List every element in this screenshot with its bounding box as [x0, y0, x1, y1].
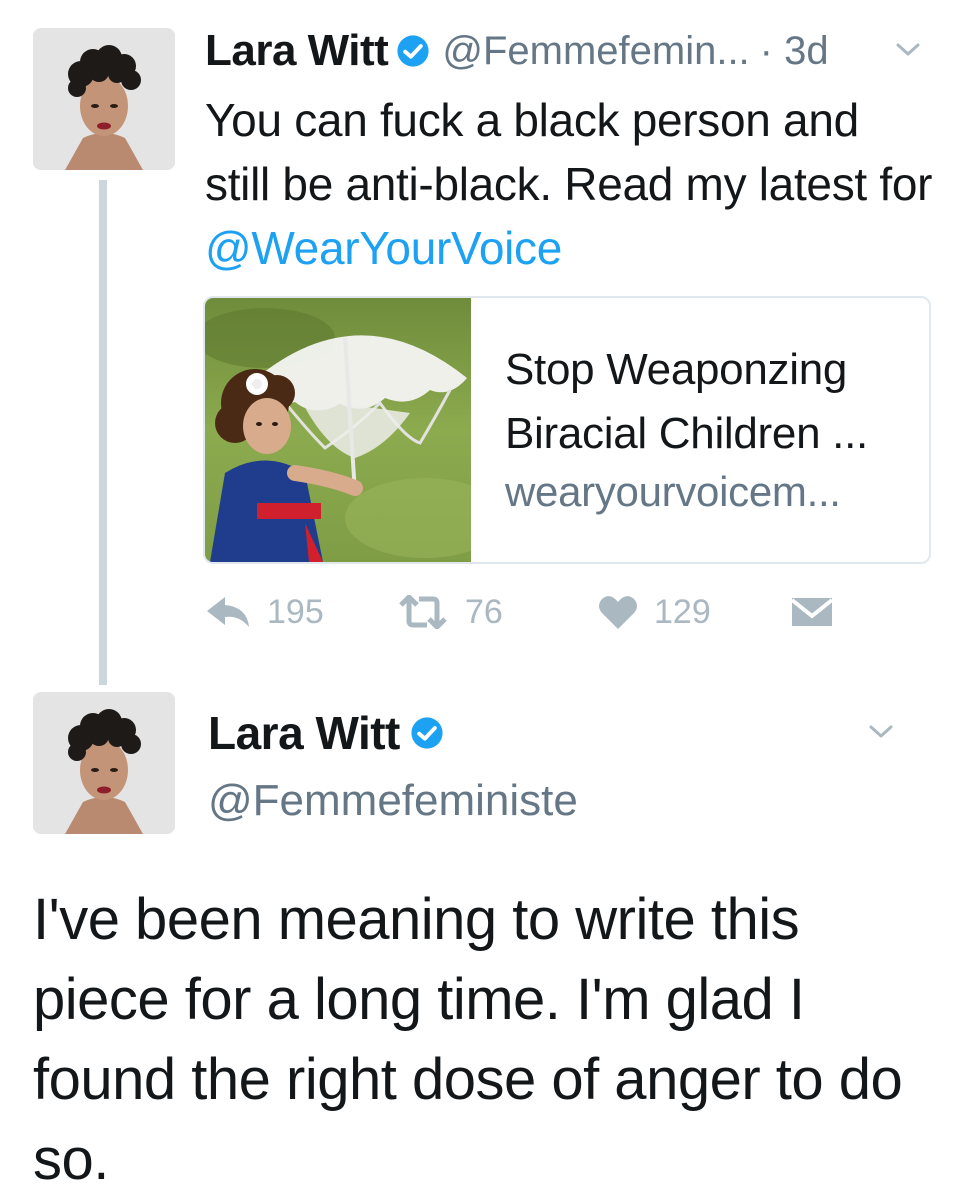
chevron-down-icon[interactable] — [895, 42, 921, 58]
card-title[interactable]: Stop Weaponzing Biracial Children ... — [505, 338, 915, 466]
verified-badge-icon — [411, 717, 443, 749]
tweet-time[interactable]: · 3d — [760, 29, 829, 74]
card-image — [205, 298, 471, 562]
retweet-button[interactable]: 76 — [397, 590, 503, 634]
thread-line — [99, 180, 107, 685]
tweet-text: I've been meaning to write this piece fo… — [33, 887, 903, 1192]
like-button[interactable]: 129 — [598, 590, 711, 634]
reply-icon — [207, 597, 249, 627]
avatar[interactable] — [33, 28, 175, 170]
card-title-line: Stop Weaponzing — [505, 345, 848, 394]
reply-button[interactable]: 195 — [205, 590, 324, 634]
parent-tweet[interactable]: Lara Witt @Femmefemin... · 3d You can fu… — [0, 0, 961, 690]
like-count: 129 — [654, 592, 711, 631]
mention-link[interactable]: @WearYourVoice — [205, 222, 562, 274]
tweet-text-body: You can fuck a black person and still be… — [205, 94, 933, 210]
direct-message-button[interactable] — [790, 590, 834, 634]
author-name[interactable]: Lara Witt — [208, 706, 400, 760]
tweet-actions: 195 76 129 — [205, 590, 905, 634]
tweet-header: Lara Witt @Femmefemin... · 3d — [205, 26, 829, 76]
avatar[interactable] — [33, 692, 175, 834]
card-title-line: Biracial Children ... — [505, 409, 868, 458]
author-name-row: Lara Witt — [208, 706, 456, 760]
author-name[interactable]: Lara Witt — [205, 26, 389, 76]
link-card[interactable]: Stop Weaponzing Biracial Children ... we… — [203, 296, 931, 564]
envelope-icon — [790, 598, 834, 626]
retweet-icon — [399, 595, 447, 629]
verified-badge-icon — [397, 35, 429, 67]
heart-icon — [599, 596, 637, 629]
card-domain: wearyourvoicem... — [505, 468, 841, 515]
author-handle[interactable]: @Femmefeministe — [208, 776, 578, 826]
author-handle[interactable]: @Femmefemin... — [442, 29, 749, 74]
chevron-down-icon[interactable] — [868, 724, 894, 740]
reply-count: 195 — [267, 592, 324, 631]
tweet-text: You can fuck a black person and still be… — [205, 88, 935, 280]
retweet-count: 76 — [465, 592, 503, 631]
